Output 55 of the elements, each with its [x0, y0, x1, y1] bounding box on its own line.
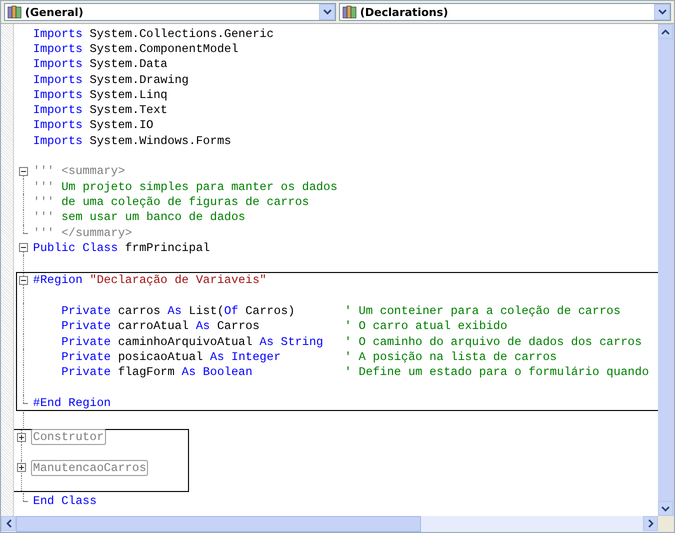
books-icon [7, 5, 23, 19]
code-line: Imports System.Data [33, 57, 168, 72]
code-line: Imports System.ComponentModel [33, 42, 238, 56]
chevron-right-icon [648, 519, 654, 528]
code-line: Private carros As List(Of Carros) [60, 304, 295, 318]
combo-value: (General) [25, 6, 84, 18]
code-line: Public Class frmPrincipal [33, 240, 210, 255]
dropdown[interactable]: (Declarations) [339, 3, 671, 21]
expand-toggle[interactable] [17, 463, 26, 472]
vertical-scrollbar[interactable] [658, 24, 674, 516]
collapse-toggle[interactable] [19, 243, 28, 252]
code-comment: ' O carro atual exibido [344, 319, 508, 334]
code-comment: ' Define um estado para o formulário quando [344, 365, 649, 380]
chevron-down-icon [322, 9, 332, 15]
code-line: Imports System.Windows.Forms [33, 134, 232, 148]
chevron-down-icon [661, 506, 670, 512]
code-line: ''' </summary> [33, 226, 132, 240]
code-line: Imports System.Linq [33, 88, 168, 102]
dropdown[interactable]: (General) [4, 3, 336, 21]
collapse-toggle[interactable] [19, 166, 28, 176]
dropdown-button[interactable] [654, 4, 670, 20]
code-line: End Class [33, 494, 97, 508]
scroll-left-button[interactable] [1, 516, 16, 531]
code-comment: ' A posição na lista de carros [344, 350, 557, 364]
code-line: #Region "Declaração de Variaveis" [33, 273, 267, 288]
books-icon [342, 5, 358, 19]
code-line: ''' de uma coleção de figuras de carros [33, 194, 310, 209]
collapsed-region[interactable]: Construtor [31, 429, 106, 446]
chevron-up-icon [661, 28, 670, 34]
scroll-down-button[interactable] [658, 501, 673, 516]
code-line: ''' sem usar um banco de dados [33, 210, 246, 224]
code-comment: ' Um conteiner para a coleção de carros [344, 304, 621, 318]
dropdown-button[interactable] [319, 4, 335, 20]
code-line: #End Region [33, 396, 111, 410]
chevron-left-icon [6, 519, 12, 528]
code-line: Private caminhoArquivoAtual As String [60, 334, 324, 349]
code-line: ''' Um projeto simples para manter os dados [33, 180, 338, 194]
scroll-right-button[interactable] [643, 516, 658, 531]
code-line: Private posicaoAtual As Integer [60, 350, 281, 364]
code-line: Private carroAtual As Carros [60, 319, 260, 334]
chevron-down-icon [658, 9, 666, 15]
code-line: Imports System.Text [33, 103, 168, 118]
code-line: Private flagForm As Boolean [60, 365, 252, 380]
combo-value: (Declarations) [360, 6, 450, 18]
code-line: Imports System.Drawing [33, 72, 189, 87]
code-line: Imports System.IO [33, 118, 154, 132]
code-line: ''' <summary> [33, 164, 126, 178]
code-comment: ' O caminho do arquivo de dados dos carros [344, 334, 642, 349]
code-line: Imports System.Collections.Generic [33, 26, 274, 41]
scroll-up-button[interactable] [658, 24, 673, 39]
scroll-thumb[interactable] [16, 516, 421, 532]
collapse-toggle[interactable] [19, 276, 28, 285]
collapsed-region[interactable]: ManutencaoCarros [31, 460, 148, 476]
expand-toggle[interactable] [17, 432, 26, 442]
horizontal-scrollbar[interactable] [1, 516, 674, 532]
